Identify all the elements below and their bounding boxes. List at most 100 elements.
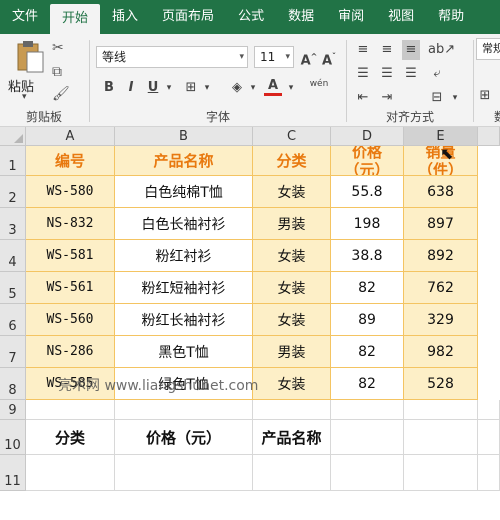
- font-color-button[interactable]: A: [264, 76, 282, 96]
- merge-dropdown-icon[interactable]: ▾: [446, 88, 464, 108]
- font-color-dropdown-icon[interactable]: ▾: [282, 78, 300, 98]
- table-header-cell[interactable]: 分类: [253, 146, 331, 176]
- decrease-indent-icon[interactable]: ⇤: [354, 88, 372, 108]
- empty-cell[interactable]: [478, 455, 500, 491]
- table-cell[interactable]: 892: [404, 240, 478, 272]
- wrap-text-icon[interactable]: ⤶: [428, 64, 446, 84]
- row-header[interactable]: 1: [0, 146, 26, 176]
- empty-cell[interactable]: [26, 400, 115, 420]
- font-name-combo[interactable]: 等线 ▾: [96, 46, 248, 68]
- select-all-corner[interactable]: [0, 127, 26, 146]
- bottom-align-icon[interactable]: ≡: [402, 40, 420, 60]
- table-cell[interactable]: 762: [404, 272, 478, 304]
- table-cell[interactable]: 89: [331, 304, 404, 336]
- fill-color-dropdown-icon[interactable]: ▾: [244, 78, 262, 98]
- increase-font-icon[interactable]: A^: [300, 47, 318, 68]
- table-cell[interactable]: 女装: [253, 176, 331, 208]
- tab-0[interactable]: 文件: [0, 0, 50, 34]
- row-header[interactable]: 7: [0, 336, 26, 368]
- merge-center-icon[interactable]: ⊟: [428, 88, 446, 108]
- orientation-icon[interactable]: ab↗: [428, 40, 455, 60]
- increase-indent-icon[interactable]: ⇥: [378, 88, 396, 108]
- table-cell[interactable]: 528: [404, 368, 478, 400]
- column-header[interactable]: A: [26, 127, 115, 146]
- empty-cell[interactable]: [404, 455, 478, 491]
- row-header[interactable]: 3: [0, 208, 26, 240]
- align-right-icon[interactable]: ☰: [402, 64, 420, 84]
- align-center-icon[interactable]: ☰: [378, 64, 396, 84]
- align-left-icon[interactable]: ☰: [354, 64, 372, 84]
- criteria-cell[interactable]: 价格（元）: [115, 420, 253, 455]
- table-cell[interactable]: WS-581: [26, 240, 115, 272]
- decrease-font-icon[interactable]: Aˇ: [320, 47, 338, 68]
- number-format-combo[interactable]: 常规: [476, 38, 500, 60]
- tab-3[interactable]: 页面布局: [150, 0, 226, 34]
- table-cell[interactable]: 82: [331, 272, 404, 304]
- tab-5[interactable]: 数据: [276, 0, 326, 34]
- table-cell[interactable]: 82: [331, 336, 404, 368]
- bold-button[interactable]: B: [100, 78, 118, 98]
- row-header[interactable]: 11: [0, 455, 26, 491]
- empty-cell[interactable]: [331, 400, 404, 420]
- phonetic-guide-button[interactable]: wén: [306, 74, 332, 94]
- table-header-cell[interactable]: 产品名称: [115, 146, 253, 176]
- empty-cell[interactable]: [478, 400, 500, 420]
- table-cell[interactable]: 白色纯棉T恤: [115, 176, 253, 208]
- table-cell[interactable]: 白色长袖衬衫: [115, 208, 253, 240]
- table-header-cell[interactable]: 价格 （元）: [331, 146, 404, 176]
- borders-dropdown-icon[interactable]: ▾: [198, 78, 216, 98]
- column-header[interactable]: D: [331, 127, 404, 146]
- table-cell[interactable]: 粉红长袖衬衫: [115, 304, 253, 336]
- table-cell[interactable]: 女装: [253, 304, 331, 336]
- row-header[interactable]: 10: [0, 420, 26, 455]
- font-size-combo[interactable]: 11 ▾: [254, 46, 294, 68]
- table-cell[interactable]: WS-560: [26, 304, 115, 336]
- criteria-cell[interactable]: [478, 420, 500, 455]
- row-header[interactable]: 2: [0, 176, 26, 208]
- empty-cell[interactable]: [331, 455, 404, 491]
- underline-dropdown-icon[interactable]: ▾: [160, 78, 178, 98]
- column-header[interactable]: C: [253, 127, 331, 146]
- table-cell[interactable]: 638: [404, 176, 478, 208]
- table-cell[interactable]: NS-286: [26, 336, 115, 368]
- table-cell[interactable]: 329: [404, 304, 478, 336]
- empty-cell[interactable]: [404, 400, 478, 420]
- empty-cell[interactable]: [253, 455, 331, 491]
- table-cell[interactable]: 82: [331, 368, 404, 400]
- empty-cell[interactable]: [253, 400, 331, 420]
- tab-1[interactable]: 开始: [50, 4, 101, 34]
- italic-button[interactable]: I: [122, 78, 140, 98]
- paste-dropdown-icon[interactable]: ▾: [22, 92, 27, 102]
- copy-icon[interactable]: ⧉: [52, 64, 62, 80]
- table-cell[interactable]: WS-561: [26, 272, 115, 304]
- format-painter-icon[interactable]: 🖌: [52, 86, 70, 102]
- table-cell[interactable]: 38.8: [331, 240, 404, 272]
- criteria-cell[interactable]: 分类: [26, 420, 115, 455]
- middle-align-icon[interactable]: ≡: [378, 40, 396, 60]
- cut-icon[interactable]: ✂: [52, 40, 64, 56]
- table-cell[interactable]: 982: [404, 336, 478, 368]
- row-header[interactable]: 4: [0, 240, 26, 272]
- row-header[interactable]: 8: [0, 368, 26, 400]
- table-cell[interactable]: 男装: [253, 208, 331, 240]
- table-header-cell[interactable]: 编号: [26, 146, 115, 176]
- top-align-icon[interactable]: ≡: [354, 40, 372, 60]
- column-header[interactable]: B: [115, 127, 253, 146]
- row-header[interactable]: 6: [0, 304, 26, 336]
- empty-cell[interactable]: [115, 400, 253, 420]
- criteria-cell[interactable]: [404, 420, 478, 455]
- table-cell[interactable]: 黑色T恤: [115, 336, 253, 368]
- table-cell[interactable]: NS-832: [26, 208, 115, 240]
- criteria-cell[interactable]: 产品名称: [253, 420, 331, 455]
- table-cell[interactable]: 粉红短袖衬衫: [115, 272, 253, 304]
- table-cell[interactable]: 男装: [253, 336, 331, 368]
- table-cell[interactable]: WS-580: [26, 176, 115, 208]
- row-header[interactable]: 9: [0, 400, 26, 420]
- row-header[interactable]: 5: [0, 272, 26, 304]
- table-cell[interactable]: 55.8: [331, 176, 404, 208]
- table-cell[interactable]: 198: [331, 208, 404, 240]
- table-cell[interactable]: 897: [404, 208, 478, 240]
- empty-cell[interactable]: [26, 455, 115, 491]
- currency-icon[interactable]: ⊞: [476, 86, 494, 106]
- table-cell[interactable]: 女装: [253, 368, 331, 400]
